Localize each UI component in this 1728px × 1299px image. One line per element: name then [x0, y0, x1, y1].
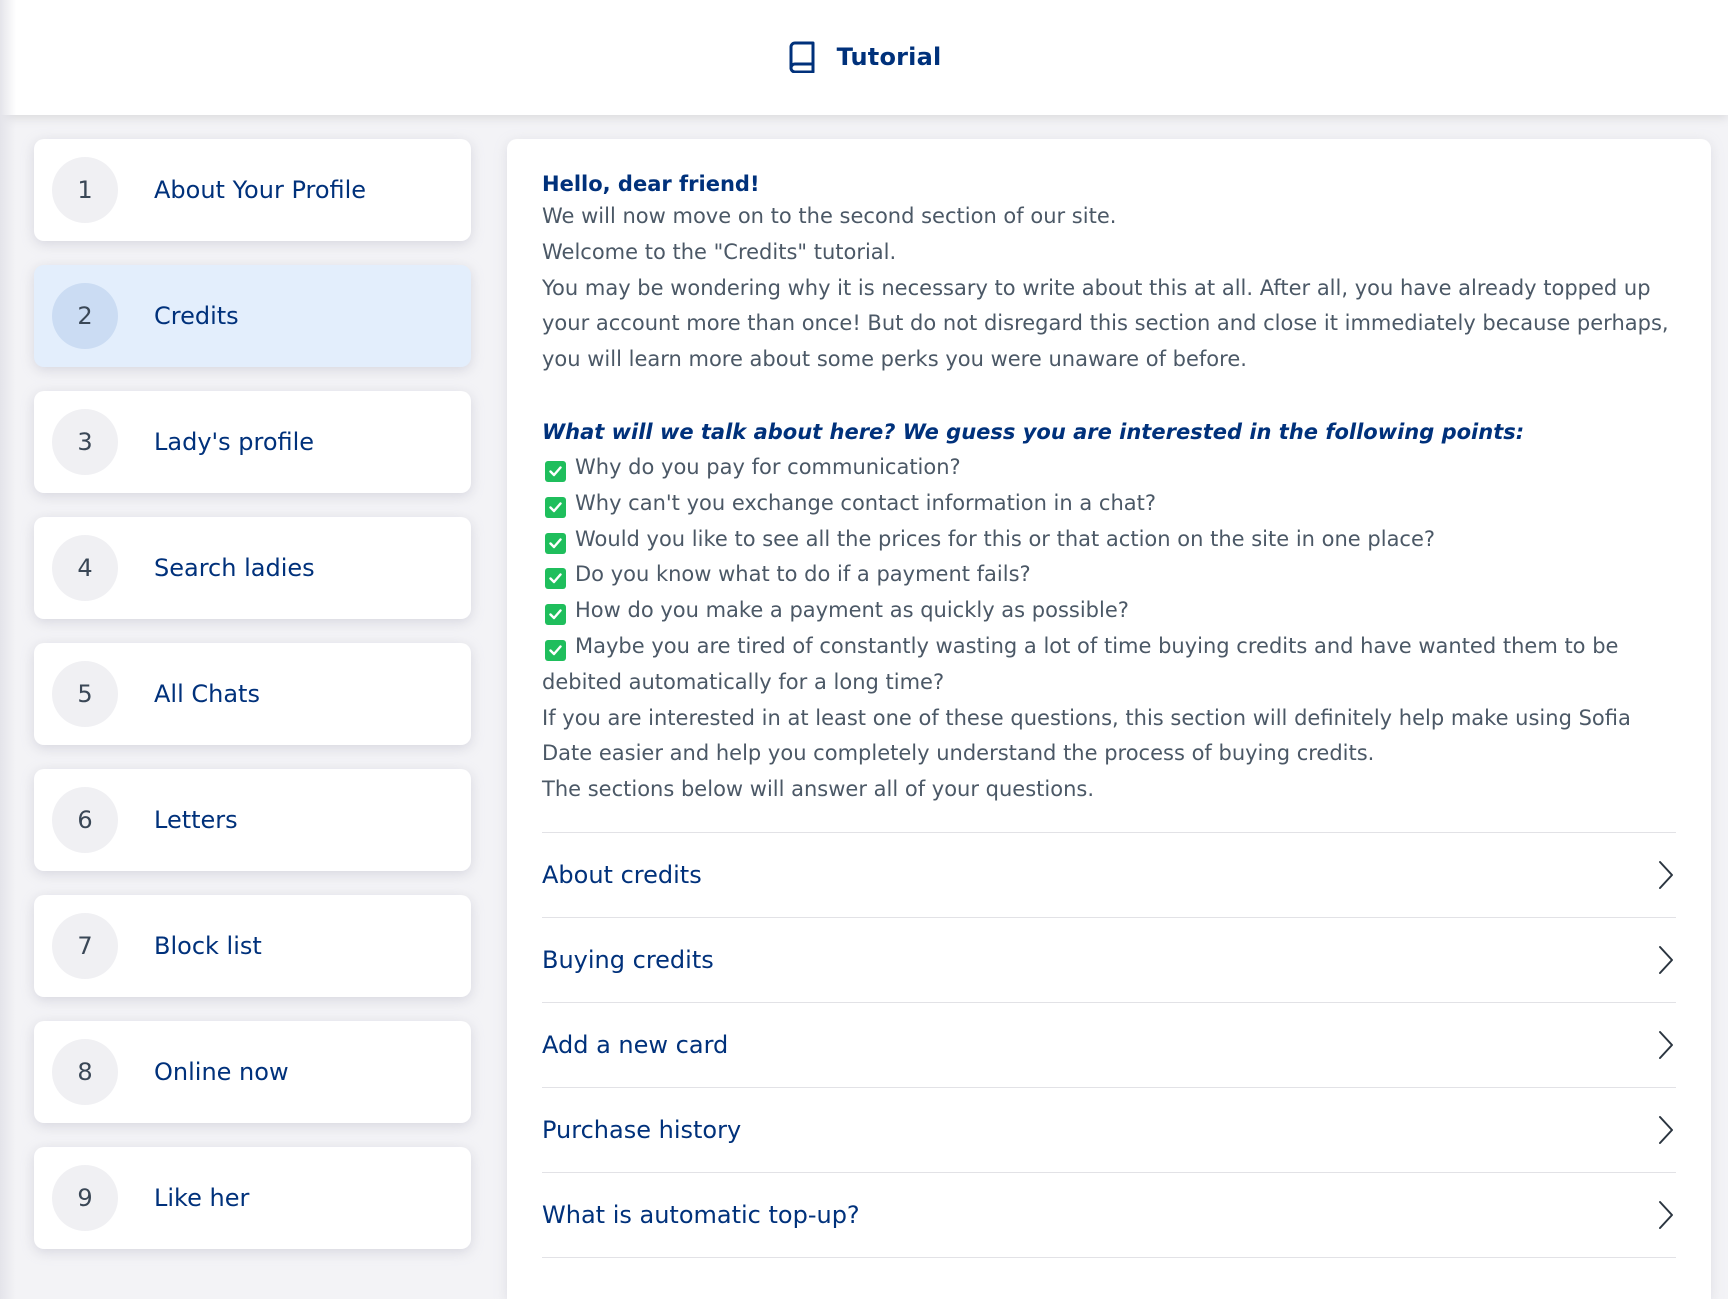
step-number: 4 — [52, 535, 118, 601]
accordion-label: About credits — [542, 860, 702, 889]
step-number: 8 — [52, 1039, 118, 1105]
step-label: About Your Profile — [154, 176, 367, 204]
step-label: Search ladies — [154, 554, 315, 582]
step-number: 2 — [52, 283, 118, 349]
step-all-chats[interactable]: 5 All Chats — [34, 643, 471, 745]
step-number: 3 — [52, 409, 118, 475]
step-label: Letters — [154, 806, 238, 834]
checklist-item: Why do you pay for communication? — [542, 450, 1676, 486]
book-icon — [787, 41, 817, 73]
intro-paragraph: Welcome to the "Credits" tutorial. — [542, 239, 897, 264]
step-number: 7 — [52, 913, 118, 979]
intro-paragraph: You may be wondering why it is necessary… — [542, 275, 1669, 372]
step-ladys-profile[interactable]: 3 Lady's profile — [34, 391, 471, 493]
step-online-now[interactable]: 8 Online now — [34, 1021, 471, 1123]
accordion-label: Buying credits — [542, 945, 714, 974]
step-like-her[interactable]: 9 Like her — [34, 1147, 471, 1249]
chevron-right-icon — [1658, 860, 1676, 890]
checklist-item: Maybe you are tired of constantly wastin… — [542, 629, 1676, 701]
checkmark-icon — [545, 568, 566, 590]
chevron-right-icon — [1658, 1115, 1676, 1145]
checklist-text: Would you like to see all the prices for… — [575, 526, 1436, 551]
step-number: 5 — [52, 661, 118, 727]
checklist-item: Would you like to see all the prices for… — [542, 522, 1676, 558]
step-about-your-profile[interactable]: 1 About Your Profile — [34, 139, 471, 241]
checklist-text: Do you know what to do if a payment fail… — [575, 562, 1031, 587]
checklist-text: Maybe you are tired of constantly wastin… — [542, 633, 1619, 694]
accordion-automatic-top-up[interactable]: What is automatic top-up? — [542, 1173, 1676, 1258]
sections-accordion: About credits Buying credits Add a new c… — [542, 831, 1676, 1258]
chevron-right-icon — [1658, 1030, 1676, 1060]
header-title-group: Tutorial — [787, 41, 942, 73]
step-block-list[interactable]: 7 Block list — [34, 895, 471, 997]
accordion-label: What is automatic top-up? — [542, 1200, 860, 1229]
checkmark-icon — [545, 532, 566, 554]
chevron-right-icon — [1658, 945, 1676, 975]
checklist-text: Why do you pay for communication? — [575, 454, 961, 479]
step-letters[interactable]: 6 Letters — [34, 769, 471, 871]
accordion-add-new-card[interactable]: Add a new card — [542, 1003, 1676, 1088]
page-title: Tutorial — [836, 42, 942, 71]
checklist-text: How do you make a payment as quickly as … — [575, 598, 1129, 623]
checklist-item: Do you know what to do if a payment fail… — [542, 557, 1676, 593]
outro-paragraph: If you are interested in at least one of… — [542, 705, 1631, 766]
tutorial-steps-sidebar: 1 About Your Profile 2 Credits 3 Lady's … — [34, 139, 471, 1249]
intro-paragraph: We will now move on to the second sectio… — [542, 204, 1117, 228]
header: Tutorial — [0, 0, 1728, 115]
accordion-buying-credits[interactable]: Buying credits — [542, 918, 1676, 1003]
step-label: Block list — [154, 932, 262, 960]
tutorial-page: Tutorial 1 About Your Profile 2 Credits … — [0, 0, 1728, 1299]
step-search-ladies[interactable]: 4 Search ladies — [34, 517, 471, 619]
step-number: 9 — [52, 1165, 118, 1231]
step-number: 1 — [52, 157, 118, 223]
checkmark-icon — [545, 460, 566, 482]
accordion-about-credits[interactable]: About credits — [542, 833, 1676, 918]
checkmark-icon — [545, 604, 566, 626]
accordion-purchase-history[interactable]: Purchase history — [542, 1088, 1676, 1173]
step-label: Credits — [154, 302, 239, 330]
step-label: Online now — [154, 1058, 289, 1086]
checkmark-icon — [545, 639, 566, 661]
accordion-label: Add a new card — [542, 1030, 729, 1059]
checklist-item: Why can't you exchange contact informati… — [542, 486, 1676, 522]
greeting-heading: Hello, dear friend! — [542, 172, 760, 196]
step-label: All Chats — [154, 680, 260, 708]
step-label: Like her — [154, 1184, 250, 1212]
chevron-right-icon — [1658, 1200, 1676, 1230]
checkmark-icon — [545, 496, 566, 518]
step-credits[interactable]: 2 Credits — [34, 265, 471, 367]
step-number: 6 — [52, 787, 118, 853]
checklist-item: How do you make a payment as quickly as … — [542, 593, 1676, 629]
tutorial-content-panel: Hello, dear friend! We will now move on … — [507, 139, 1711, 1299]
accordion-label: Purchase history — [542, 1115, 742, 1144]
checklist-text: Why can't you exchange contact informati… — [575, 490, 1157, 515]
points-question: What will we talk about here? We guess y… — [542, 419, 1525, 444]
step-label: Lady's profile — [154, 428, 315, 456]
outro-paragraph: The sections below will answer all of yo… — [542, 777, 1095, 802]
